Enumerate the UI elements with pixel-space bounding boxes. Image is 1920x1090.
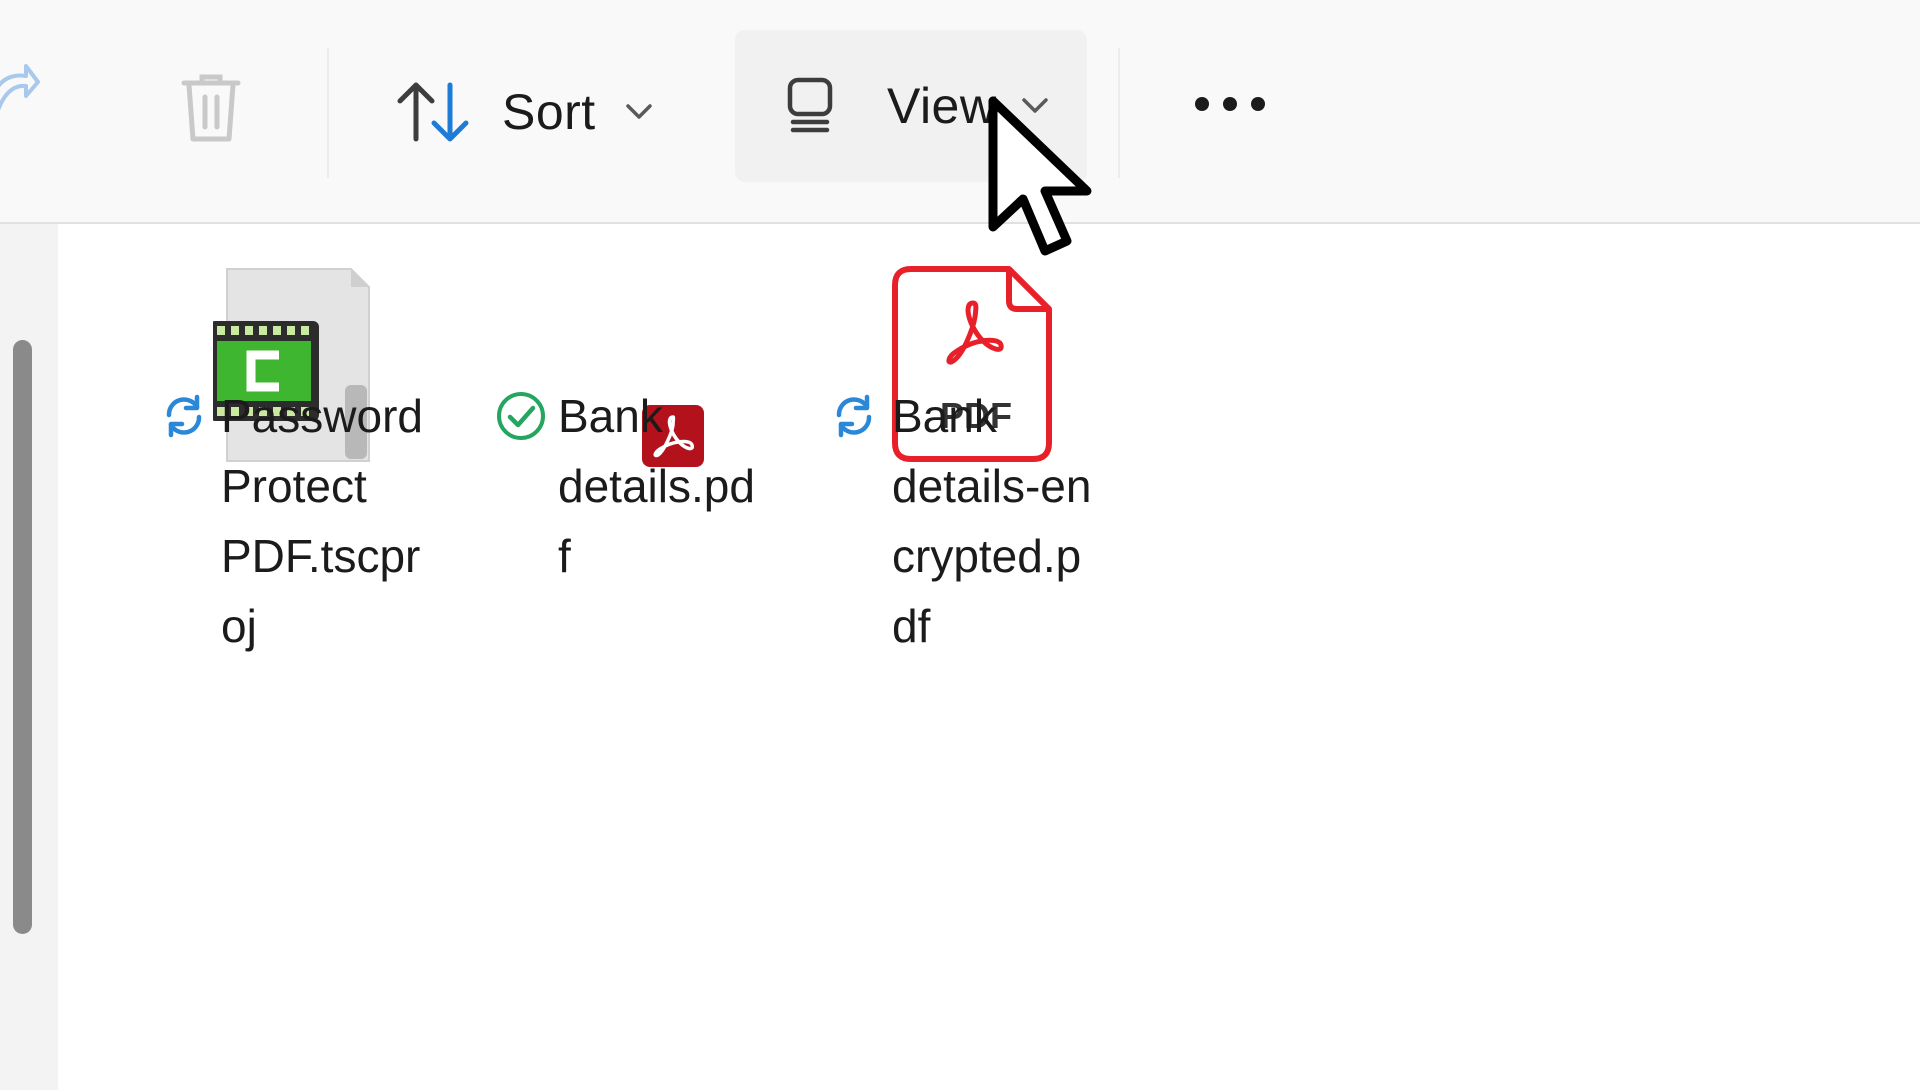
toolbar-separator [327, 48, 329, 178]
command-bar: Sort View [0, 0, 1920, 222]
synced-check-icon [497, 392, 545, 440]
mouse-cursor-icon [988, 96, 1092, 256]
sort-button[interactable]: Sort [396, 72, 654, 152]
share-button[interactable] [0, 62, 40, 122]
scrollbar-thumb[interactable] [13, 340, 32, 934]
delete-icon [181, 74, 241, 141]
view-label: View [887, 78, 997, 134]
file-item[interactable]: Bank details.pd f [490, 265, 780, 685]
sort-icon [397, 82, 469, 142]
delete-button[interactable] [178, 70, 248, 145]
file-name: Password Protect PDF.tscpr oj [221, 390, 423, 652]
sync-pending-icon [836, 394, 872, 438]
file-item[interactable]: Password Protect PDF.tscpr oj [155, 265, 445, 755]
file-item[interactable]: PDF Bank details-en crypted.p df [826, 265, 1116, 755]
file-name: Bank details-en crypted.p df [892, 390, 1092, 652]
chevron-down-icon [625, 104, 652, 119]
file-name: Bank details.pd f [558, 390, 755, 582]
share-icon [0, 64, 40, 111]
sort-label: Sort [502, 84, 596, 140]
toolbar-separator [1118, 48, 1120, 178]
view-icon [787, 77, 833, 133]
more-options-button[interactable] [1190, 84, 1280, 124]
more-icon [1195, 97, 1265, 111]
sync-pending-icon [166, 394, 202, 438]
